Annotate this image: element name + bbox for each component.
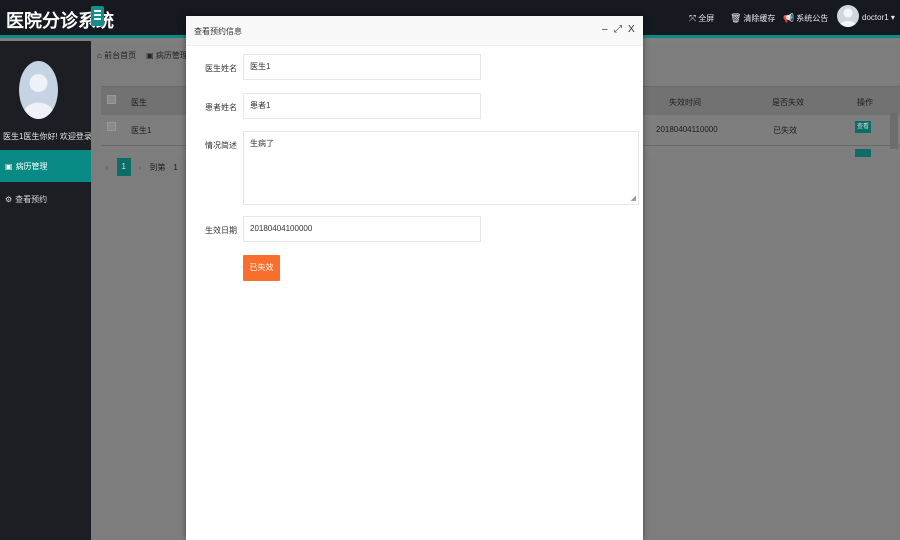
- row-checkbox[interactable]: [107, 122, 116, 131]
- announcement-button[interactable]: 📢 系统公告: [783, 13, 828, 24]
- username-label: doctor1: [862, 13, 889, 22]
- expired-status-button[interactable]: 已失效: [243, 255, 280, 281]
- goto-label: 到第: [149, 162, 166, 172]
- sidebar-item-label: 查看预约: [15, 194, 48, 204]
- description-textarea[interactable]: 生病了 ◢: [243, 131, 639, 205]
- effective-date-label: 生效日期: [205, 226, 237, 235]
- announcement-label: 系统公告: [796, 14, 829, 23]
- header-expired: 是否失效: [772, 98, 804, 107]
- modal-header: 查看预约信息 – ⤢ X: [186, 16, 643, 46]
- sidebar-item-records[interactable]: ▣ 病历管理: [0, 150, 91, 182]
- record-icon: ▣: [146, 51, 154, 60]
- breadcrumb: ⌂ 前台首页 ▣ 病历管理: [97, 50, 188, 61]
- cell-doctor: 医生1: [131, 126, 152, 135]
- resize-handle-icon[interactable]: ◢: [631, 194, 636, 202]
- gear-icon: ⚙: [5, 194, 13, 204]
- sidebar: 医生1医生你好! 欢迎登录 ▣ 病历管理 ⚙ 查看预约: [0, 41, 92, 540]
- minimize-icon[interactable]: –: [602, 24, 608, 35]
- user-avatar[interactable]: [837, 5, 859, 27]
- next-page-icon[interactable]: ›: [139, 163, 142, 172]
- select-all-checkbox[interactable]: [107, 95, 116, 104]
- fullscreen-button[interactable]: ⤧ 全屏: [689, 13, 714, 24]
- close-icon[interactable]: X: [628, 24, 635, 35]
- user-menu[interactable]: doctor1 ▾: [862, 13, 895, 22]
- breadcrumb-records[interactable]: ▣ 病历管理: [146, 50, 188, 61]
- description-label: 情况简述: [205, 141, 237, 150]
- page-number[interactable]: 1: [116, 158, 131, 176]
- prev-page-icon[interactable]: ‹: [106, 163, 109, 172]
- sidebar-item-appointments[interactable]: ⚙ 查看预约: [0, 183, 91, 215]
- profile-avatar: [19, 61, 58, 119]
- fullscreen-icon: ⤧: [689, 13, 697, 23]
- megaphone-icon: 📢: [783, 13, 795, 23]
- breadcrumb-home-label: 前台首页: [104, 51, 137, 60]
- home-icon: ⌂: [97, 51, 102, 60]
- view-button[interactable]: [855, 149, 871, 157]
- pagination: ‹ 1 › 到第 1: [106, 158, 178, 176]
- breadcrumb-home[interactable]: ⌂ 前台首页: [97, 50, 136, 61]
- fullscreen-label: 全屏: [698, 14, 715, 23]
- table-scrollbar[interactable]: [890, 113, 898, 149]
- page-input[interactable]: 1: [173, 163, 177, 172]
- welcome-text: 医生1医生你好! 欢迎登录: [3, 132, 92, 141]
- breadcrumb-records-label: 病历管理: [155, 51, 188, 60]
- patient-name-label: 患者姓名: [205, 103, 237, 112]
- modal-title: 查看预约信息: [194, 27, 242, 36]
- clear-cache-button[interactable]: 🗑 清除缓存: [730, 13, 775, 24]
- sidebar-item-label: 病历管理: [15, 161, 48, 171]
- header-fail-time: 失效时间: [669, 98, 701, 107]
- maximize-icon[interactable]: ⤢: [614, 24, 622, 35]
- cell-fail-time: 20180404110000: [656, 125, 718, 134]
- menu-toggle-icon[interactable]: [91, 6, 104, 26]
- description-text: 生病了: [250, 139, 274, 148]
- header-action: 操作: [857, 98, 873, 107]
- doctor-name-field[interactable]: 医生1: [243, 54, 481, 80]
- record-icon: ▣: [5, 161, 13, 171]
- cell-expired: 已失效: [773, 126, 797, 135]
- patient-name-field[interactable]: 患者1: [243, 93, 481, 119]
- chevron-down-icon: ▾: [890, 13, 895, 22]
- view-button[interactable]: 查看: [855, 121, 871, 133]
- header-doctor: 医生: [131, 98, 147, 107]
- trash-icon: 🗑: [730, 13, 742, 23]
- effective-date-field[interactable]: 20180404100000: [243, 216, 481, 242]
- doctor-name-label: 医生姓名: [205, 64, 237, 73]
- clear-cache-label: 清除缓存: [743, 14, 776, 23]
- appointment-modal: 查看预约信息 – ⤢ X 医生姓名 医生1 患者姓名 患者1 情况简述 生病了 …: [186, 16, 643, 540]
